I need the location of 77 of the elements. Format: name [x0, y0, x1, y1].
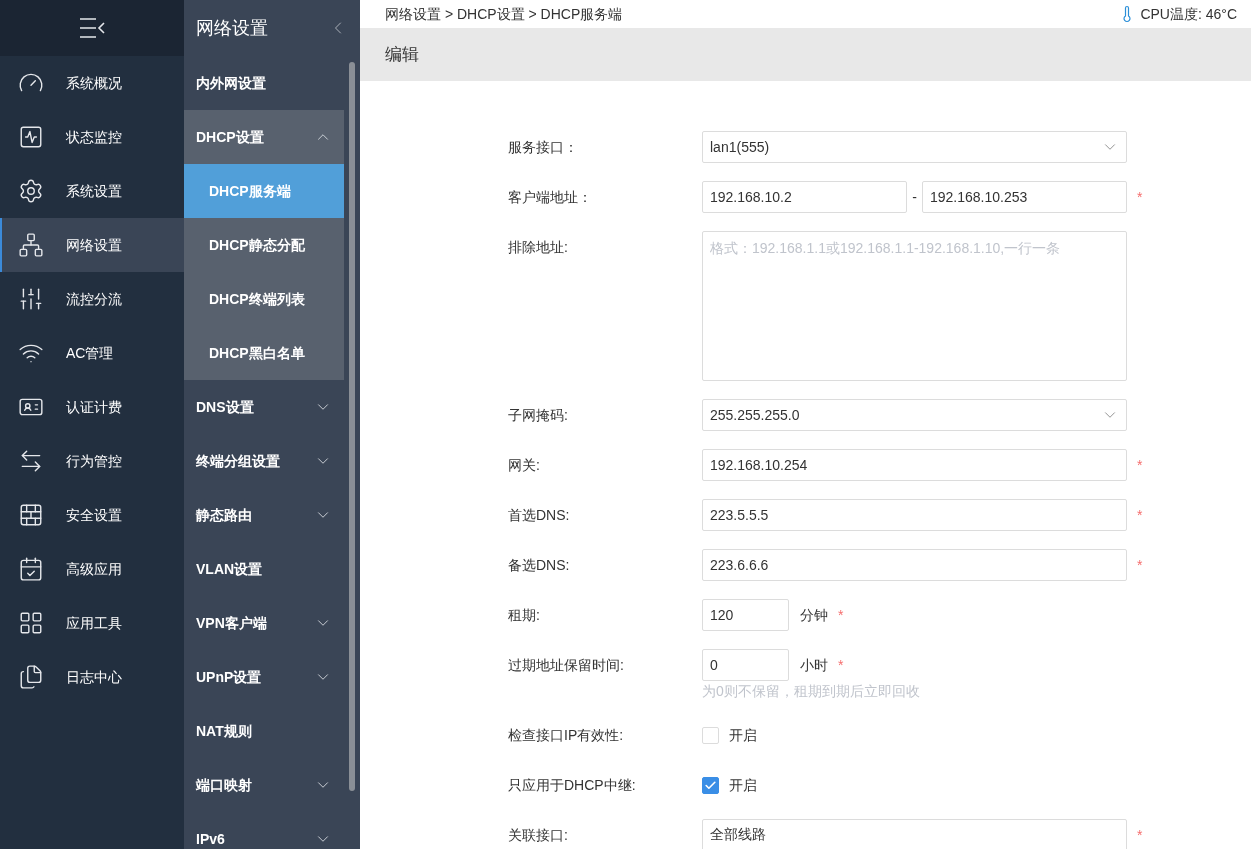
input-field[interactable]: 0 — [702, 649, 789, 681]
cpu-temperature: CPU温度: 46°C — [1140, 4, 1237, 24]
nav-item[interactable]: 状态监控 — [0, 110, 184, 164]
unit-label: 小时 — [800, 655, 828, 675]
nav-item[interactable]: 高级应用 — [0, 542, 184, 596]
submenu-title: 网络设置 — [196, 16, 268, 40]
input-field[interactable]: 223.5.5.5 — [702, 499, 1127, 531]
check-icon — [704, 778, 717, 792]
submenu-item[interactable]: 终端分组设置 — [184, 434, 344, 488]
input-field[interactable]: 223.6.6.6 — [702, 549, 1127, 581]
required-mark: * — [1137, 825, 1143, 845]
nav-item[interactable]: 系统设置 — [0, 164, 184, 218]
submenu-item[interactable]: IPv6 — [184, 812, 344, 849]
select-field[interactable]: 255.255.255.0 — [702, 399, 1127, 431]
submenu-child-item[interactable]: DHCP黑白名单 — [184, 326, 344, 380]
checkbox-label: 开启 — [729, 725, 757, 745]
field-label: 备选DNS: — [508, 555, 570, 575]
textarea-field[interactable]: 格式：192.168.1.1或192.168.1.1-192.168.1.10,一行一条 — [702, 231, 1127, 381]
submenu-item[interactable]: DNS设置 — [184, 380, 344, 434]
nav-item[interactable]: 应用工具 — [0, 596, 184, 650]
grid-icon — [18, 610, 44, 636]
field-label: 服务接口： — [508, 137, 578, 157]
submenu-item[interactable]: UPnP设置 — [184, 650, 344, 704]
input-field[interactable]: 192.168.10.2 — [702, 181, 907, 213]
submenu-item[interactable]: 内外网设置 — [184, 56, 344, 110]
submenu-item[interactable]: VLAN设置 — [184, 542, 344, 596]
select-field[interactable]: lan1(555) — [702, 131, 1127, 163]
nav-item[interactable]: AC管理 — [0, 326, 184, 380]
required-mark: * — [838, 655, 844, 675]
submenu-item[interactable]: NAT规则 — [184, 704, 344, 758]
calendar-check-icon — [18, 556, 44, 582]
sliders-icon — [18, 286, 44, 312]
field-label: 子网掩码: — [508, 405, 568, 425]
range-separator: - — [911, 187, 918, 207]
submenu-child-item[interactable]: DHCP终端列表 — [184, 272, 344, 326]
field-label: 客户端地址： — [508, 187, 592, 207]
required-mark: * — [1137, 505, 1143, 525]
field-label: 排除地址: — [508, 237, 568, 257]
gear-icon — [18, 178, 44, 204]
files-icon — [18, 664, 44, 690]
scrollbar-thumb[interactable] — [349, 62, 355, 791]
pulse-icon — [18, 124, 44, 150]
nav-item[interactable]: 网络设置 — [0, 218, 184, 272]
nav-item[interactable]: 行为管控 — [0, 434, 184, 488]
nav-item[interactable]: 流控分流 — [0, 272, 184, 326]
nav-item[interactable]: 日志中心 — [0, 650, 184, 704]
brick-wall-icon — [18, 502, 44, 528]
required-mark: * — [1137, 455, 1143, 475]
nav-item[interactable]: 安全设置 — [0, 488, 184, 542]
input-field[interactable]: 192.168.10.254 — [702, 449, 1127, 481]
required-mark: * — [838, 605, 844, 625]
required-mark: * — [1137, 187, 1143, 207]
submenu-item[interactable]: VPN客户端 — [184, 596, 344, 650]
submenu-item[interactable]: DHCP设置 — [184, 110, 344, 164]
nav-item[interactable]: 认证计费 — [0, 380, 184, 434]
field-label: 过期地址保留时间: — [508, 655, 624, 675]
nav-item[interactable]: 系统概况 — [0, 56, 184, 110]
field-label: 检查接口IP有效性: — [508, 725, 624, 745]
menu-collapse-icon[interactable] — [79, 17, 105, 39]
input-field[interactable]: 120 — [702, 599, 789, 631]
field-label: 只应用于DHCP中继: — [508, 775, 636, 795]
field-label: 租期: — [508, 605, 540, 625]
required-mark: * — [1137, 555, 1143, 575]
section-title: 编辑 — [385, 43, 419, 66]
checkbox-label: 开启 — [729, 775, 757, 795]
submenu-child-item[interactable]: DHCP静态分配 — [184, 218, 344, 272]
submenu-item[interactable]: 端口映射 — [184, 758, 344, 812]
network-icon — [18, 232, 44, 258]
submenu-item[interactable]: 静态路由 — [184, 488, 344, 542]
input-field[interactable]: 全部线路 — [702, 819, 1127, 849]
input-field[interactable]: 192.168.10.253 — [922, 181, 1127, 213]
unit-label: 分钟 — [800, 605, 828, 625]
field-label: 首选DNS: — [508, 505, 570, 525]
field-label: 关联接口: — [508, 825, 568, 845]
breadcrumb: 网络设置 > DHCP设置 > DHCP服务端 — [385, 4, 623, 24]
checkbox[interactable] — [702, 776, 719, 794]
field-label: 网关: — [508, 455, 540, 475]
